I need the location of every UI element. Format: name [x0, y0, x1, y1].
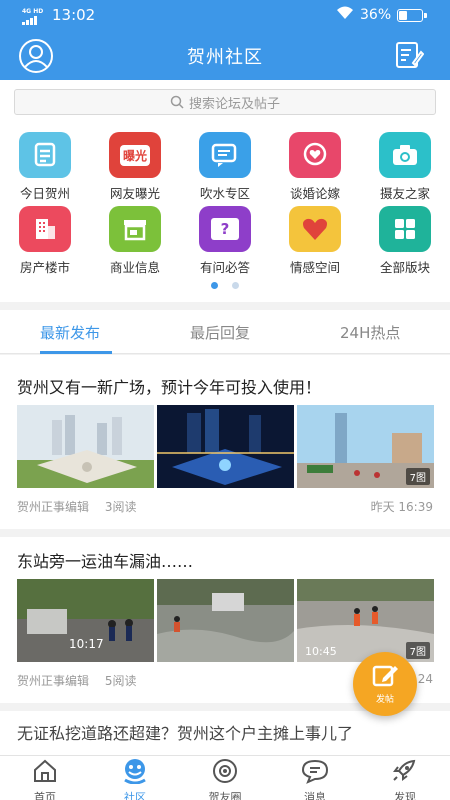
- search-icon: [170, 95, 184, 109]
- network-type: 4G HD: [22, 8, 44, 15]
- wifi-icon: [336, 6, 354, 24]
- post-reads: 3阅读: [104, 500, 137, 514]
- page-dot[interactable]: [232, 282, 239, 289]
- post-meta: 贺州正事编辑 5阅读: [17, 672, 136, 689]
- search-input[interactable]: 搜索论坛及帖子: [14, 89, 436, 115]
- circle-icon: [213, 759, 237, 783]
- nav-messages[interactable]: 消息: [280, 758, 350, 800]
- image-count-badge: 7图: [405, 642, 430, 659]
- category-grid: 今日贺州 曝光 网友曝光 吹水专区 谈婚论嫁 摄友之家 房产楼市 商业信息 ? …: [0, 124, 450, 302]
- nav-circle[interactable]: 贺友圈: [190, 758, 260, 800]
- category-wangyou-baoguang[interactable]: 曝光 网友曝光: [90, 132, 180, 202]
- nav-label: 消息: [304, 791, 326, 800]
- question-icon: ?: [199, 206, 251, 252]
- page-indicator: [0, 282, 450, 289]
- post-time: 昨天 16:39: [370, 500, 433, 514]
- post-image[interactable]: [157, 579, 294, 662]
- category-label: 今日贺州: [19, 186, 70, 201]
- camera-icon: [379, 132, 431, 178]
- post-image[interactable]: [157, 405, 294, 488]
- post-title[interactable]: 贺州又有一新广场，预计今年可投入使用！: [17, 374, 321, 398]
- app-bar: 贺州社区: [0, 30, 450, 80]
- battery-icon: [397, 9, 427, 22]
- expose-icon: 曝光: [109, 132, 161, 178]
- tab-24h-hot[interactable]: 24H热点: [340, 322, 400, 343]
- document-icon: [19, 132, 71, 178]
- image-count-badge: 7图: [405, 468, 430, 485]
- status-bar: 4G HD 13:02 36%: [0, 0, 450, 30]
- category-label: 网友曝光: [109, 186, 160, 201]
- grid-icon: [379, 206, 431, 252]
- tab-latest[interactable]: 最新发布: [40, 322, 100, 343]
- new-post-label: 发帖: [375, 695, 394, 705]
- category-label: 谈婚论嫁: [289, 186, 340, 201]
- page-title: 贺州社区: [187, 47, 263, 68]
- expose-badge: 曝光: [119, 144, 150, 166]
- battery-percent: 36%: [360, 7, 392, 23]
- nav-label: 贺友圈: [208, 791, 242, 800]
- category-qinggan[interactable]: 情感空间: [270, 206, 360, 276]
- divider: [0, 529, 450, 537]
- category-youwen[interactable]: ? 有问必答: [180, 206, 270, 276]
- post-title[interactable]: 东站旁一运油车漏油……: [17, 548, 193, 572]
- category-sheyou[interactable]: 摄友之家: [360, 132, 450, 202]
- category-label: 房产楼市: [19, 260, 70, 275]
- category-label: 商业信息: [109, 260, 160, 275]
- category-label: 全部版块: [379, 260, 430, 275]
- category-label: 吹水专区: [199, 186, 250, 201]
- category-quanbu[interactable]: 全部版块: [360, 206, 450, 276]
- feed-tabs: 最新发布 最后回复 24H热点: [0, 310, 450, 354]
- clock: 13:02: [52, 6, 96, 24]
- heart-bubble-icon: [289, 132, 341, 178]
- category-label: 有问必答: [199, 260, 250, 275]
- category-label: 摄友之家: [379, 186, 430, 201]
- nav-community[interactable]: 社区: [100, 758, 170, 800]
- nav-label: 首页: [34, 791, 56, 800]
- post-image[interactable]: [17, 405, 154, 488]
- post-author[interactable]: 贺州正事编辑: [17, 500, 89, 514]
- search-bar: 搜索论坛及帖子: [0, 80, 450, 124]
- category-label: 情感空间: [289, 260, 340, 275]
- category-fangchan[interactable]: 房产楼市: [0, 206, 90, 276]
- search-placeholder: 搜索论坛及帖子: [188, 96, 280, 112]
- shop-icon: [109, 206, 161, 252]
- tab-indicator: [40, 351, 112, 354]
- building-icon: [19, 206, 71, 252]
- page-dot[interactable]: [211, 282, 218, 289]
- category-jinri-hezhou[interactable]: 今日贺州: [0, 132, 90, 202]
- nav-label: 发现: [394, 791, 416, 800]
- post-author[interactable]: 贺州正事编辑: [17, 674, 89, 688]
- post-time: 24: [417, 672, 433, 686]
- post-title[interactable]: 无证私挖道路还超建？贺州这个户主摊上事儿了: [17, 720, 353, 744]
- photo-timestamp: 10:45: [305, 645, 337, 658]
- compose-icon[interactable]: [392, 39, 425, 71]
- home-icon: [34, 759, 56, 782]
- photo-timestamp: 10:17: [69, 637, 104, 651]
- heart-icon: [289, 206, 341, 252]
- category-chuishui[interactable]: 吹水专区: [180, 132, 270, 202]
- category-shangye[interactable]: 商业信息: [90, 206, 180, 276]
- category-tanhun-lunjia[interactable]: 谈婚论嫁: [270, 132, 360, 202]
- question-badge: ?: [211, 218, 239, 240]
- signal-icon: 4G HD: [22, 8, 43, 25]
- bottom-nav: 首页 社区 贺友圈 消息 发现: [0, 755, 450, 800]
- new-post-button[interactable]: 发帖: [353, 652, 417, 716]
- compose-icon: [372, 665, 398, 687]
- chat-icon: [199, 132, 251, 178]
- tab-last-reply[interactable]: 最后回复: [190, 322, 250, 343]
- post-image[interactable]: 10:45 7图: [297, 579, 434, 662]
- post-meta: 贺州正事编辑 3阅读: [17, 498, 136, 515]
- post-image[interactable]: 10:17: [17, 579, 154, 662]
- nav-label: 社区: [124, 791, 146, 800]
- post-reads: 5阅读: [104, 674, 137, 688]
- community-icon: [124, 759, 146, 785]
- rocket-icon: [393, 759, 416, 781]
- nav-home[interactable]: 首页: [10, 758, 80, 800]
- nav-discover[interactable]: 发现: [370, 758, 440, 800]
- post-image[interactable]: 7图: [297, 405, 434, 488]
- message-icon: [301, 759, 329, 784]
